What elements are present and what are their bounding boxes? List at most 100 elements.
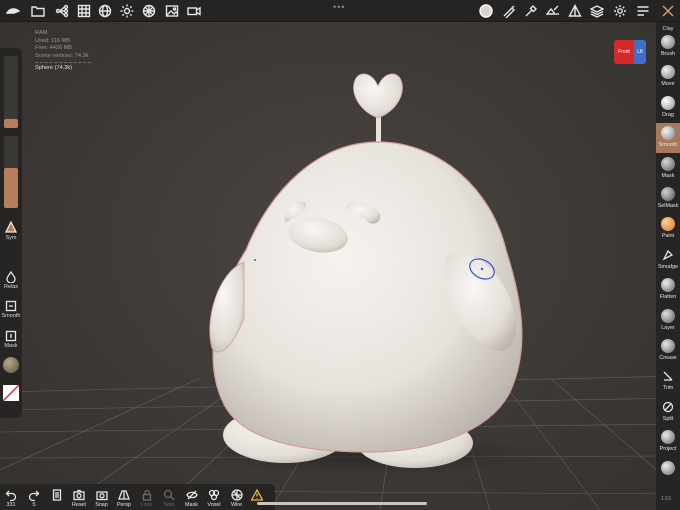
- paint-icon: [661, 217, 675, 232]
- drag-icon: [661, 95, 675, 110]
- tool-label: Trim: [662, 385, 674, 392]
- view-cube-left[interactable]: Lft: [634, 40, 646, 64]
- tool-label: Project: [659, 446, 677, 453]
- more-tool-icon: [661, 460, 675, 475]
- sym-label[interactable]: Sym: [0, 235, 22, 241]
- tool-crease[interactable]: Crease: [656, 336, 680, 366]
- ram-used: Used: 116 MB: [35, 37, 71, 44]
- split-icon: [662, 401, 674, 412]
- tool-label: Flatten: [659, 294, 677, 301]
- settings-icon[interactable]: [612, 3, 628, 19]
- smooth-icon: [661, 126, 675, 141]
- wire-icon: [230, 489, 243, 501]
- move-icon: [661, 65, 675, 80]
- sculpt-viewport[interactable]: [0, 22, 680, 510]
- lock-icon: [142, 489, 151, 501]
- persp-icon: [118, 490, 130, 500]
- matcap-icon[interactable]: [478, 3, 494, 19]
- material-preview-icon[interactable]: [3, 357, 19, 373]
- brush-icon: [661, 35, 675, 49]
- ram-free: Free: 4426 MB: [35, 45, 72, 52]
- home-indicator: [257, 502, 427, 505]
- selmask-icon: [661, 187, 675, 201]
- redo-icon: [28, 490, 40, 501]
- tool-paint[interactable]: Paint: [656, 214, 680, 244]
- smooth-label[interactable]: Smooth: [0, 313, 22, 319]
- sculpt-menu-icon[interactable]: [635, 3, 651, 19]
- snap-icon: [95, 491, 108, 501]
- solo-icon: [163, 489, 175, 501]
- crease-icon: [661, 339, 675, 353]
- view-cube-front[interactable]: Front: [614, 40, 634, 64]
- relax-label[interactable]: Relax: [0, 284, 22, 290]
- light-icon[interactable]: [119, 3, 135, 19]
- tool-label: SelMask: [657, 203, 679, 209]
- display-icon[interactable]: [97, 3, 113, 19]
- tool-label: Crease: [659, 355, 677, 361]
- tool-selmask[interactable]: SelMask: [656, 184, 680, 214]
- layers-icon[interactable]: [589, 3, 605, 19]
- files-icon[interactable]: [30, 3, 46, 19]
- selected-mesh-label[interactable]: Sphere (74.3k): [35, 65, 91, 73]
- tool-project[interactable]: Project: [656, 427, 680, 457]
- radius-slider[interactable]: [4, 56, 18, 128]
- tool-flatten[interactable]: Flatten: [656, 275, 680, 305]
- top-toolbar: •••: [0, 0, 680, 22]
- drag-handle[interactable]: •••: [333, 2, 345, 12]
- bottom-toolbar: 331 5 Reset Snap Persp Lock Solo Mask Voxel Wir…: [0, 484, 275, 510]
- tool-smooth[interactable]: Smooth: [656, 123, 680, 154]
- scene-vertices: Scene vertices: 74.3k: [35, 52, 89, 59]
- wire-button[interactable]: Wire: [226, 487, 248, 509]
- tools-settings-icon[interactable]: [545, 3, 561, 19]
- tool-label: Split: [662, 415, 674, 422]
- mask-icon: [661, 156, 675, 171]
- right-tool-panel: Brush Move Drag Smooth Mask SelMask Paint Smudg…: [656, 22, 680, 510]
- relax-icon[interactable]: [5, 270, 17, 284]
- color-swatch-icon[interactable]: [3, 385, 19, 401]
- wire-label: Wire: [230, 502, 243, 508]
- symmetry-icon[interactable]: [4, 220, 18, 233]
- tool-smudge[interactable]: Smudge: [656, 245, 680, 275]
- tool-mask[interactable]: Mask: [656, 154, 680, 184]
- flatten-icon: [661, 278, 675, 293]
- tool-drag[interactable]: Drag: [656, 93, 680, 123]
- tool-label: Layer: [661, 324, 675, 331]
- warning-icon: [251, 489, 263, 501]
- trim-icon: [663, 371, 673, 382]
- sprout-model: [353, 73, 403, 144]
- video-icon[interactable]: [186, 3, 202, 19]
- left-tool-panel: Sym Relax Smooth Mask: [0, 48, 22, 418]
- mask-label[interactable]: Mask: [0, 343, 22, 349]
- redo-button[interactable]: 5: [23, 487, 45, 509]
- tool-clay[interactable]: Clay: [656, 26, 680, 32]
- tool-layer[interactable]: Layer: [656, 306, 680, 336]
- mask-shortcut-icon[interactable]: [5, 329, 17, 342]
- tool-move[interactable]: Move: [656, 62, 680, 92]
- scene-tree-icon[interactable]: [54, 3, 70, 19]
- mask-icon: [185, 490, 198, 500]
- stats-divider: [35, 62, 91, 64]
- picker-icon[interactable]: [523, 3, 539, 19]
- document-icon: [52, 489, 62, 501]
- scene-canvas[interactable]: [0, 22, 680, 510]
- material-icon[interactable]: [141, 3, 157, 19]
- scene-stats: RAM Used: 116 MB Free: 4426 MB Scene ver…: [35, 30, 91, 73]
- tool-label: Drag: [662, 111, 674, 118]
- tool-label: Brush: [660, 51, 676, 57]
- toggle-interface-icon[interactable]: [660, 3, 676, 19]
- intensity-slider-fill: [4, 168, 18, 208]
- smooth-shortcut-icon[interactable]: [5, 299, 17, 312]
- tool-split[interactable]: Split: [656, 397, 680, 427]
- tool-more[interactable]: [656, 458, 680, 488]
- undo-icon: [5, 490, 17, 501]
- scene-menu-icon[interactable]: [5, 3, 21, 19]
- background-icon[interactable]: [164, 3, 180, 19]
- tool-trim[interactable]: Trim: [656, 366, 680, 396]
- grid-settings-icon[interactable]: [76, 3, 92, 19]
- topology-icon[interactable]: [567, 3, 583, 19]
- brush-stroke-icon[interactable]: [501, 3, 517, 19]
- view-cube[interactable]: Front Lft: [614, 40, 646, 64]
- radius-slider-fill: [4, 119, 18, 128]
- voxel-icon: [208, 489, 220, 501]
- tool-brush[interactable]: Brush: [656, 32, 680, 62]
